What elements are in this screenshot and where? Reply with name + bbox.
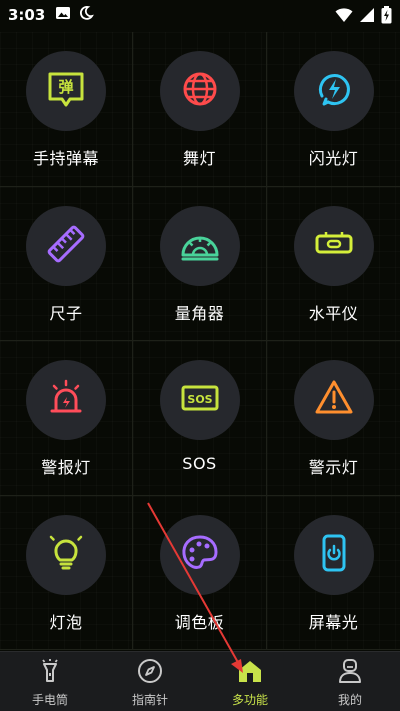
nav-label: 指南针 xyxy=(131,693,168,707)
tool-label: SOS xyxy=(182,454,217,473)
alarm-light-icon xyxy=(46,378,86,422)
nav-flashlight[interactable]: 手电筒 xyxy=(0,652,100,711)
tool-icon-circle: SOS xyxy=(159,360,240,440)
bulb-icon xyxy=(46,533,86,577)
status-time: 3:03 xyxy=(8,6,46,24)
tool-icon-circle xyxy=(159,51,240,131)
nav-label: 手电筒 xyxy=(31,693,68,707)
sos-icon: SOS xyxy=(180,378,220,422)
level-icon xyxy=(314,224,354,268)
tool-handheld-danmaku[interactable]: 弹 手持弹幕 xyxy=(0,32,133,187)
protractor-icon xyxy=(180,224,220,268)
tool-palette[interactable]: 调色板 xyxy=(133,495,267,650)
flashlight-icon xyxy=(37,658,63,688)
danmaku-icon: 弹 xyxy=(46,69,86,113)
tool-warning-light[interactable]: 警示灯 xyxy=(267,341,400,496)
nav-multifunction[interactable]: 多功能 xyxy=(200,652,300,711)
nav-profile[interactable]: 我的 xyxy=(300,652,400,711)
tool-protractor[interactable]: 量角器 xyxy=(133,186,267,341)
tool-level[interactable]: 水平仪 xyxy=(267,186,400,341)
tool-label: 灯泡 xyxy=(49,612,83,632)
tool-label: 手持弹幕 xyxy=(32,149,99,168)
tool-icon-circle xyxy=(293,514,374,595)
tool-flash[interactable]: 闪光灯 xyxy=(267,32,400,187)
flash-icon xyxy=(314,69,354,113)
palette-icon xyxy=(180,533,220,577)
tool-icon-circle xyxy=(26,514,106,595)
compass-icon xyxy=(137,658,163,688)
tool-label: 警示灯 xyxy=(308,458,359,477)
tool-label: 屏幕光 xyxy=(308,612,359,632)
status-bar: 3:03 xyxy=(0,0,400,30)
sos-icon-text: SOS xyxy=(187,393,212,406)
tool-label: 警报灯 xyxy=(41,458,91,477)
warning-icon xyxy=(314,378,354,422)
tool-alarm-light[interactable]: 警报灯 xyxy=(0,341,133,496)
tool-icon-circle xyxy=(293,205,374,286)
profile-icon xyxy=(337,658,363,688)
image-icon xyxy=(55,5,71,25)
tool-icon-circle xyxy=(293,51,374,131)
app-screen: 3:03 弹 手持弹幕 舞灯 闪光灯 尺子 量角器 水平仪 警报灯 SOS SO… xyxy=(0,0,400,711)
tool-label: 舞灯 xyxy=(182,149,216,168)
tool-label: 水平仪 xyxy=(308,303,359,323)
phone-screen-icon xyxy=(314,533,354,577)
signal-icon xyxy=(359,7,375,27)
tool-label: 调色板 xyxy=(174,612,225,632)
battery-charging-icon xyxy=(381,6,392,28)
nav-label: 我的 xyxy=(337,693,362,707)
tool-icon-circle xyxy=(293,360,374,440)
tool-ruler[interactable]: 尺子 xyxy=(0,186,133,341)
moon-icon xyxy=(78,5,95,25)
tool-icon-circle xyxy=(26,205,106,286)
ruler-icon xyxy=(46,224,86,268)
tool-label: 量角器 xyxy=(174,303,225,323)
feature-grid: 弹 手持弹幕 舞灯 闪光灯 尺子 量角器 水平仪 警报灯 SOS SOS 警示灯… xyxy=(0,32,400,650)
tool-icon-circle xyxy=(159,514,240,595)
danmaku-icon-text: 弹 xyxy=(58,78,73,96)
bottom-nav: 手电筒 指南针 多功能 我的 xyxy=(0,651,400,711)
tool-disco-light[interactable]: 舞灯 xyxy=(133,32,267,187)
nav-label: 多功能 xyxy=(231,693,268,707)
tool-icon-circle: 弹 xyxy=(26,51,106,131)
tool-label: 闪光灯 xyxy=(308,149,359,168)
tool-screen-light[interactable]: 屏幕光 xyxy=(267,495,400,650)
tool-icon-circle xyxy=(159,205,240,286)
tool-bulb[interactable]: 灯泡 xyxy=(0,495,133,650)
tool-sos[interactable]: SOS SOS xyxy=(133,341,267,496)
nav-compass[interactable]: 指南针 xyxy=(100,652,200,711)
tool-label: 尺子 xyxy=(49,303,83,323)
wifi-icon xyxy=(335,7,353,27)
disco-ball-icon xyxy=(180,69,220,113)
home-icon xyxy=(237,658,263,688)
tool-icon-circle xyxy=(26,360,106,440)
